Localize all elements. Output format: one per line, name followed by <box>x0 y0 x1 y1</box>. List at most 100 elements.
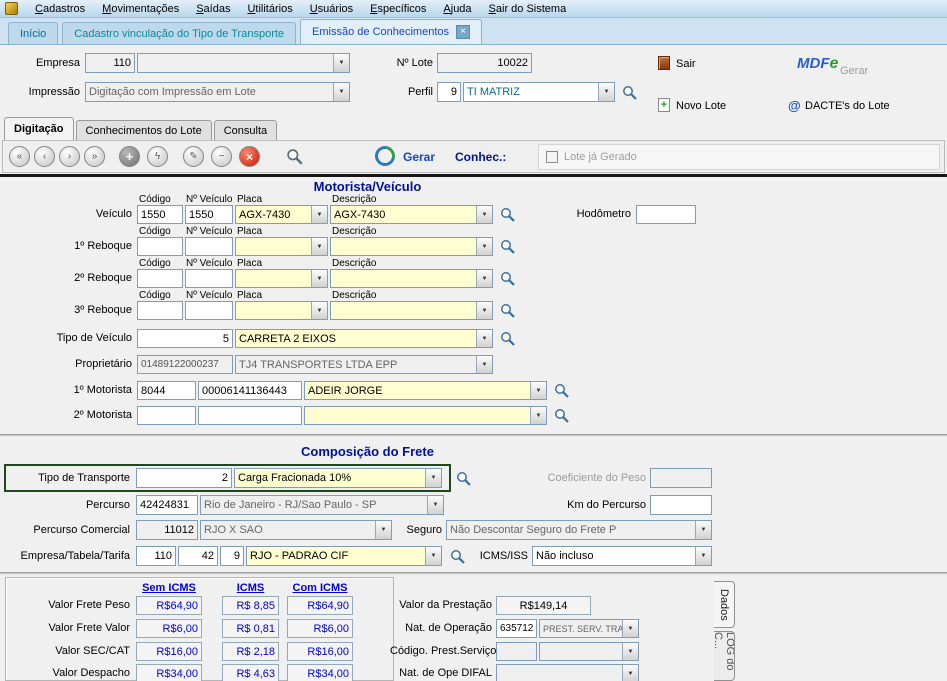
tab-cadastro-vinculacao[interactable]: Cadastro vinculação do Tipo de Transport… <box>62 22 296 44</box>
side-tab-dados[interactable]: Dados <box>714 581 735 628</box>
dropdown-arrow-icon[interactable]: ▼ <box>476 356 492 373</box>
tab-consulta[interactable]: Consulta <box>214 120 277 140</box>
dropdown-arrow-icon[interactable]: ▼ <box>476 206 492 223</box>
motorista1-doc-field[interactable]: 00006141136443 <box>198 381 302 400</box>
dropdown-arrow-icon[interactable]: ▼ <box>476 302 492 319</box>
side-tab-log[interactable]: LOG do C... <box>714 631 735 681</box>
reboque3-codigo-field[interactable] <box>137 301 183 320</box>
previous-record-button[interactable]: ‹ <box>34 146 55 167</box>
dropdown-arrow-icon[interactable]: ▼ <box>530 407 546 424</box>
cancel-button[interactable]: × <box>239 146 260 167</box>
tab-conhecimentos-do-lote[interactable]: Conhecimentos do Lote <box>76 120 212 140</box>
menu-usuarios[interactable]: Usuários <box>310 3 353 15</box>
search-icon[interactable] <box>499 270 516 287</box>
tarifa-tabela-field[interactable]: 42 <box>178 546 218 566</box>
lightning-button[interactable]: ϟ <box>147 146 168 167</box>
menu-movimentacoes[interactable]: Movimentações <box>102 3 179 15</box>
edit-record-button[interactable]: ✎ <box>183 146 204 167</box>
tarifa-combo[interactable]: RJO - PADRAO CIF ▼ <box>246 546 442 566</box>
nat-operacao-combo[interactable]: PREST. SERV. TRANS... ▼ <box>539 619 639 638</box>
percurso-comercial-codigo-field[interactable]: 11012 <box>136 520 198 540</box>
app-icon[interactable] <box>5 2 18 15</box>
hodometro-field[interactable] <box>636 205 696 224</box>
next-record-button[interactable]: › <box>59 146 80 167</box>
nat-operacao-codigo-field[interactable]: 635712 <box>496 619 537 638</box>
tab-emissao-conhecimentos[interactable]: Emissão de Conhecimentos × <box>300 19 482 44</box>
search-icon[interactable] <box>621 84 638 101</box>
motorista2-codigo-field[interactable] <box>137 406 196 425</box>
menu-utilitarios[interactable]: Utilitários <box>247 3 292 15</box>
gerar-button[interactable]: Gerar <box>403 150 448 164</box>
reboque2-codigo-field[interactable] <box>137 269 183 288</box>
menu-sair-do-sistema[interactable]: Sair do Sistema <box>489 3 567 15</box>
reboque1-descricao-combo[interactable]: ▼ <box>330 237 493 256</box>
lote-ja-gerado-checkbox[interactable] <box>546 151 558 163</box>
dropdown-arrow-icon[interactable]: ▼ <box>425 547 441 565</box>
search-icon[interactable] <box>449 548 466 565</box>
dropdown-arrow-icon[interactable]: ▼ <box>622 620 638 637</box>
tipo-veiculo-combo[interactable]: CARRETA 2 EIXOS ▼ <box>235 329 493 348</box>
proprietario-combo[interactable]: TJ4 TRANSPORTES LTDA EPP ▼ <box>235 355 493 374</box>
veiculo-placa-combo[interactable]: AGX-7430 ▼ <box>235 205 328 224</box>
dropdown-arrow-icon[interactable]: ▼ <box>530 382 546 399</box>
tarifa-empresa-field[interactable]: 110 <box>136 546 176 566</box>
motorista2-doc-field[interactable] <box>198 406 302 425</box>
reboque1-codigo-field[interactable] <box>137 237 183 256</box>
codigo-prest-servico-combo[interactable]: ▼ <box>539 642 639 661</box>
tab-digitacao[interactable]: Digitação <box>4 117 74 140</box>
empresa-code-field[interactable]: 110 <box>85 53 135 73</box>
veiculo-codigo-field[interactable]: 1550 <box>137 205 183 224</box>
reboque3-placa-combo[interactable]: ▼ <box>235 301 328 320</box>
dropdown-arrow-icon[interactable]: ▼ <box>695 547 711 565</box>
novo-lote-button[interactable]: Novo Lote <box>676 100 746 112</box>
dropdown-arrow-icon[interactable]: ▼ <box>427 496 443 514</box>
menu-ajuda[interactable]: Ajuda <box>443 3 471 15</box>
sair-button[interactable]: Sair <box>676 58 716 70</box>
empresa-combo[interactable]: ▼ <box>137 53 350 73</box>
tipo-veiculo-codigo-field[interactable]: 5 <box>137 329 233 348</box>
dacte-do-lote-button[interactable]: DACTE's do Lote <box>805 100 895 112</box>
close-tab-icon[interactable]: × <box>456 25 470 39</box>
reboque2-num-field[interactable] <box>185 269 233 288</box>
reboque1-num-field[interactable] <box>185 237 233 256</box>
dropdown-arrow-icon[interactable]: ▼ <box>311 238 327 255</box>
percurso-combo[interactable]: Rio de Janeiro - RJ/Sao Paulo - SP ▼ <box>200 495 444 515</box>
km-percurso-field[interactable] <box>650 495 712 515</box>
menu-especificos[interactable]: Específicos <box>370 3 426 15</box>
motorista1-combo[interactable]: ADEIR JORGE ▼ <box>304 381 547 400</box>
dropdown-arrow-icon[interactable]: ▼ <box>476 238 492 255</box>
coeficiente-peso-field[interactable] <box>650 468 712 488</box>
tipo-transporte-codigo-field[interactable]: 2 <box>136 468 232 488</box>
proprietario-codigo-field[interactable]: 01489122000237 <box>137 355 233 374</box>
search-icon[interactable] <box>499 302 516 319</box>
lote-field[interactable]: 10022 <box>437 53 532 73</box>
add-record-button[interactable]: + <box>119 146 140 167</box>
dropdown-arrow-icon[interactable]: ▼ <box>333 54 349 72</box>
seguro-combo[interactable]: Não Descontar Seguro do Frete P ▼ <box>446 520 712 540</box>
dropdown-arrow-icon[interactable]: ▼ <box>622 643 638 660</box>
search-icon[interactable] <box>455 470 472 487</box>
first-record-button[interactable]: « <box>9 146 30 167</box>
percurso-comercial-combo[interactable]: RJO X SAO ▼ <box>200 520 392 540</box>
dropdown-arrow-icon[interactable]: ▼ <box>311 270 327 287</box>
search-icon[interactable] <box>499 206 516 223</box>
percurso-codigo-field[interactable]: 42424831 <box>136 495 198 515</box>
dropdown-arrow-icon[interactable]: ▼ <box>311 302 327 319</box>
reboque1-placa-combo[interactable]: ▼ <box>235 237 328 256</box>
search-icon[interactable] <box>499 330 516 347</box>
icms-iss-combo[interactable]: Não incluso ▼ <box>532 546 712 566</box>
remove-record-button[interactable]: − <box>211 146 232 167</box>
impressao-combo[interactable]: Digitação com Impressão em Lote ▼ <box>85 82 350 102</box>
dropdown-arrow-icon[interactable]: ▼ <box>311 206 327 223</box>
veiculo-num-field[interactable]: 1550 <box>185 205 233 224</box>
dropdown-arrow-icon[interactable]: ▼ <box>333 83 349 101</box>
dropdown-arrow-icon[interactable]: ▼ <box>476 270 492 287</box>
reboque3-num-field[interactable] <box>185 301 233 320</box>
gerar-mdfe-button[interactable]: Gerar <box>840 65 885 77</box>
motorista2-combo[interactable]: ▼ <box>304 406 547 425</box>
search-icon[interactable] <box>553 382 570 399</box>
search-icon[interactable] <box>499 238 516 255</box>
reboque2-placa-combo[interactable]: ▼ <box>235 269 328 288</box>
reboque3-descricao-combo[interactable]: ▼ <box>330 301 493 320</box>
tarifa-num-field[interactable]: 9 <box>220 546 244 566</box>
